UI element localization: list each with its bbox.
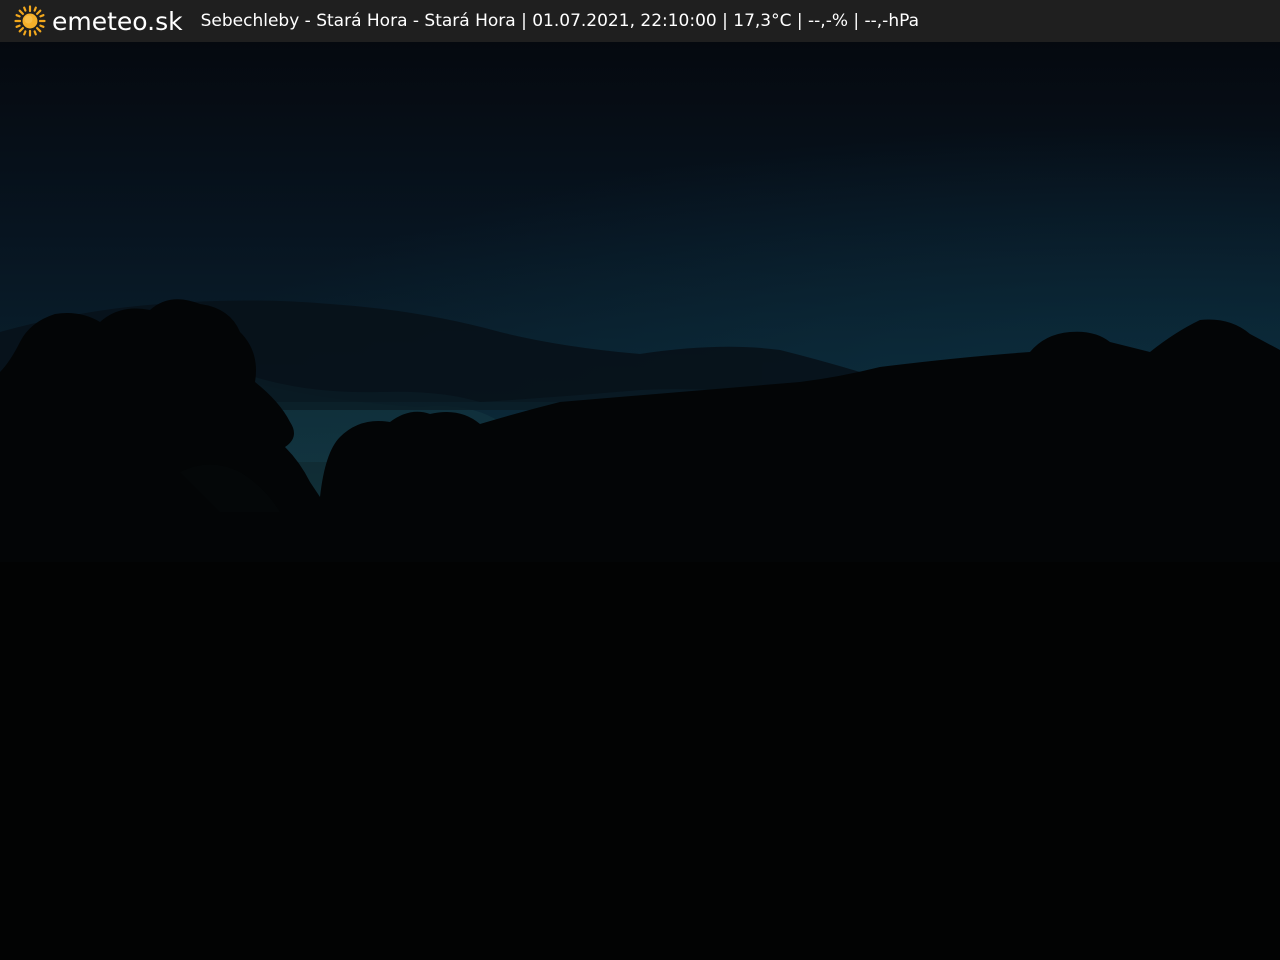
webcam-frame: emeteo.sk Sebechleby - Stará Hora - Star… (0, 0, 1280, 960)
emeteo-logo: emeteo.sk (14, 5, 183, 37)
webcam-image (0, 42, 1280, 960)
caption-bar: emeteo.sk Sebechleby - Stará Hora - Star… (0, 0, 1280, 42)
webcam-caption: Sebechleby - Stará Hora - Stará Hora | 0… (200, 10, 920, 31)
brand-name: emeteo.sk (52, 6, 183, 36)
ground (0, 562, 1280, 960)
sun-icon (14, 5, 46, 37)
